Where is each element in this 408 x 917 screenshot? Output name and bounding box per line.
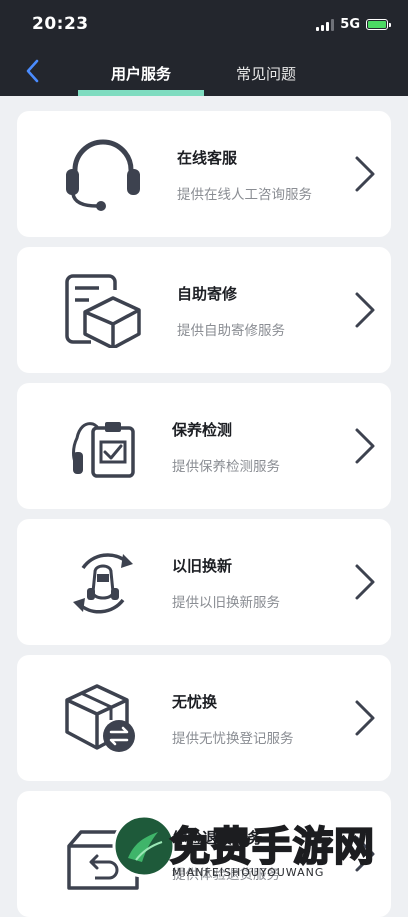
service-card-trade-in[interactable]: 以旧换新 提供以旧换新服务: [17, 519, 391, 645]
service-title: 体验退货服务: [172, 829, 263, 847]
status-indicators: 5G: [316, 17, 391, 32]
network-label: 5G: [340, 17, 360, 32]
service-subtitle: 提供自助寄修服务: [177, 323, 285, 339]
service-card-trial-return[interactable]: 体验退货服务 提供体验退货服务: [17, 791, 391, 917]
service-card-worry-free-exchange[interactable]: 无忧换 提供无忧换登记服务: [17, 655, 391, 781]
scooter-checklist-icon: [72, 422, 135, 478]
service-subtitle: 提供保养检测服务: [172, 459, 280, 475]
chevron-right-icon: [355, 700, 375, 736]
service-subtitle: 提供在线人工咨询服务: [177, 187, 312, 203]
chevron-right-icon: [355, 156, 375, 192]
tab-faq[interactable]: 常见问题: [236, 63, 296, 84]
app-header: 20:23 5G 用户服务 常见问题: [0, 0, 408, 96]
service-title: 保养检测: [172, 421, 233, 439]
service-subtitle: 提供以旧换新服务: [172, 595, 280, 611]
service-title: 以旧换新: [172, 557, 233, 575]
signal-icon: [316, 18, 335, 31]
service-title: 自助寄修: [177, 285, 238, 303]
battery-icon: [366, 19, 391, 30]
chevron-right-icon: [355, 428, 375, 464]
chevron-right-icon: [355, 292, 375, 328]
active-tab-indicator: [78, 90, 204, 96]
box-return-icon: [67, 830, 139, 890]
scooter-cycle-icon: [73, 553, 133, 614]
service-card-maintenance[interactable]: 保养检测 提供保养检测服务: [17, 383, 391, 509]
package-document-icon: [65, 274, 141, 348]
service-card-self-repair[interactable]: 自助寄修 提供自助寄修服务: [17, 247, 391, 373]
headset-icon: [66, 139, 140, 211]
back-button[interactable]: [18, 56, 48, 86]
service-title: 无忧换: [172, 693, 218, 711]
service-title: 在线客服: [177, 149, 238, 167]
status-time: 20:23: [32, 14, 89, 34]
chevron-left-icon: [26, 59, 39, 83]
box-exchange-icon: [65, 684, 135, 752]
service-subtitle: 提供体验退货服务: [172, 867, 280, 883]
chevron-right-icon: [355, 836, 375, 872]
service-subtitle: 提供无忧换登记服务: [172, 731, 294, 747]
chevron-right-icon: [355, 564, 375, 600]
tab-user-services[interactable]: 用户服务: [111, 63, 171, 84]
service-card-online-support[interactable]: 在线客服 提供在线人工咨询服务: [17, 111, 391, 237]
